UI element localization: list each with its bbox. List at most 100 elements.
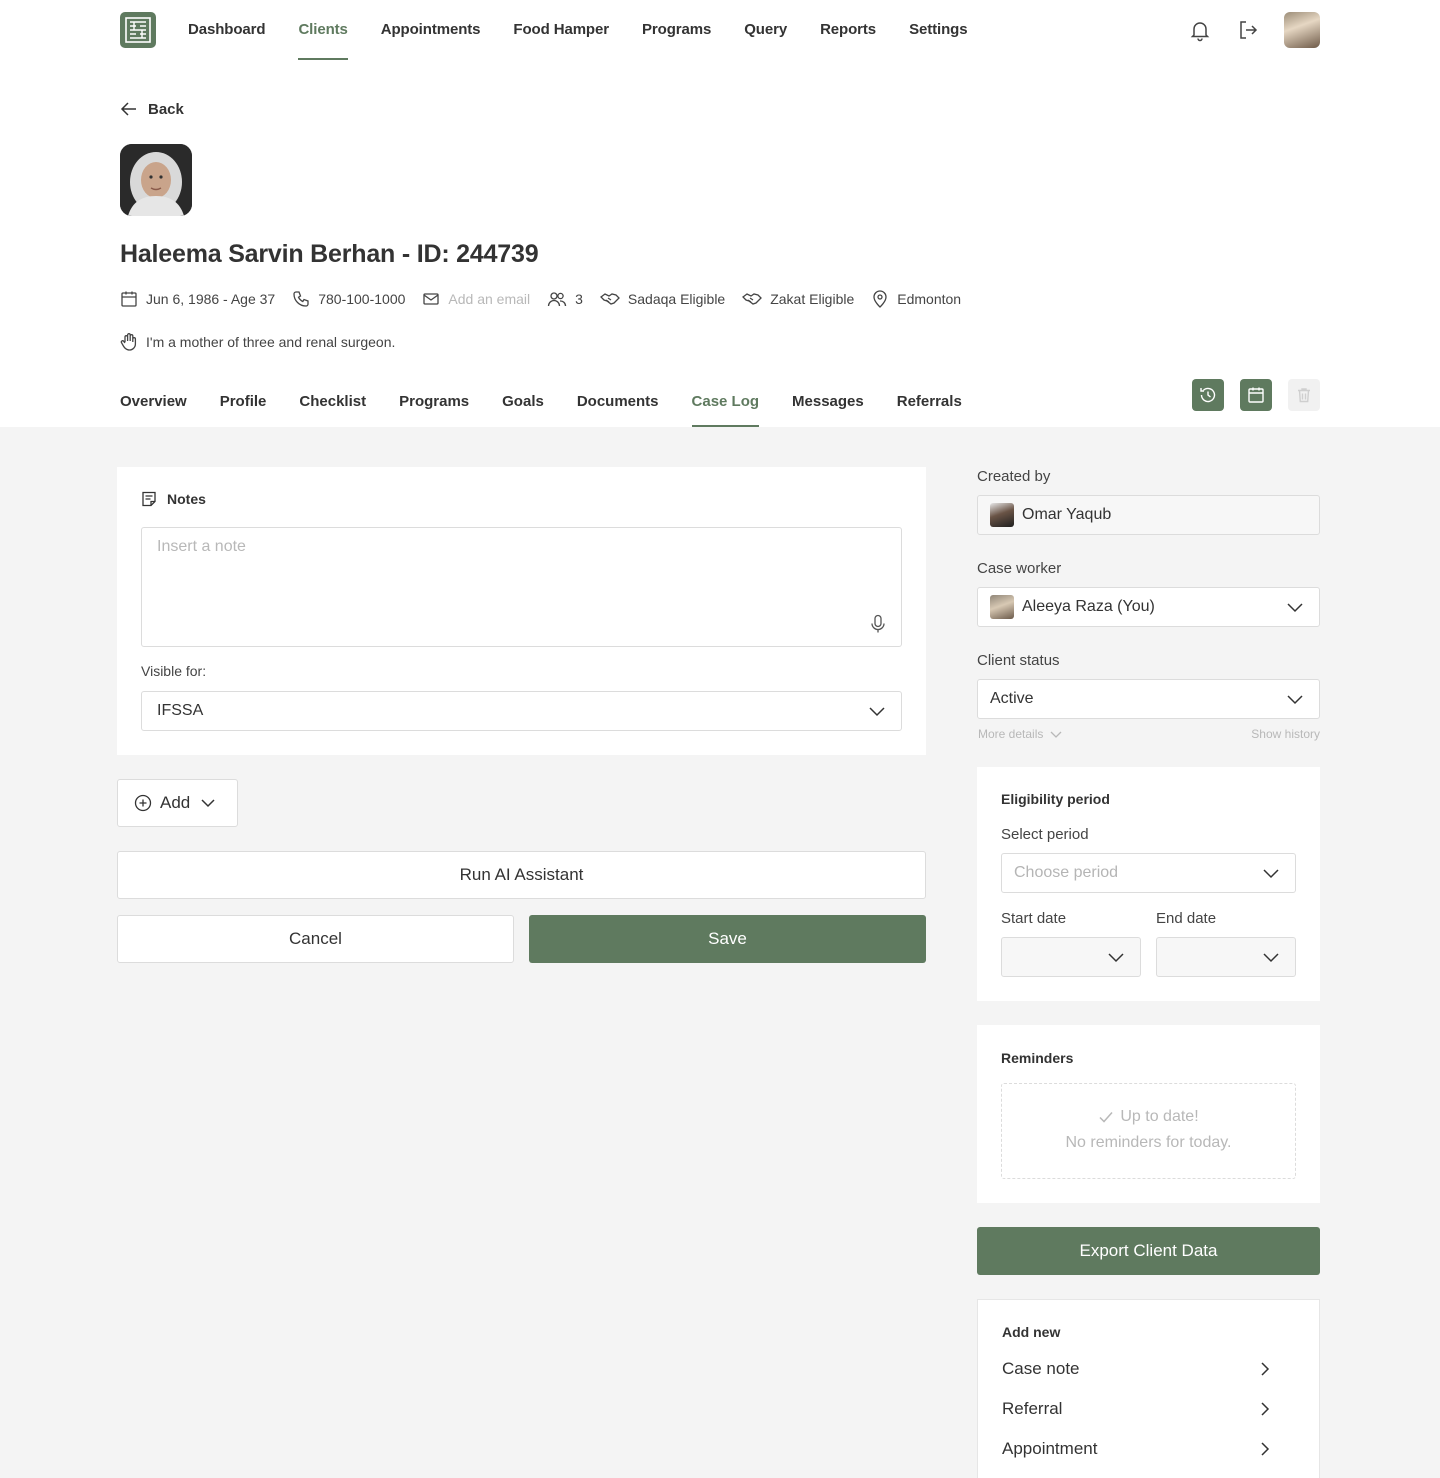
creator-avatar <box>990 503 1014 527</box>
household-item: 3 <box>547 290 583 308</box>
sadaqa-item: Sadaqa Eligible <box>599 290 726 308</box>
nav-query[interactable]: Query <box>744 12 787 60</box>
wave-hand-icon <box>120 333 137 351</box>
logo-icon <box>125 17 151 43</box>
add-case-note-label: Case note <box>1002 1359 1080 1378</box>
note-textarea[interactable]: Insert a note <box>141 527 902 647</box>
tab-profile[interactable]: Profile <box>220 378 267 427</box>
add-dropdown-button[interactable]: Add <box>117 779 238 827</box>
phone-icon <box>293 291 309 307</box>
chevron-down-icon <box>1263 869 1279 879</box>
reminders-line1: Up to date! <box>1002 1108 1295 1126</box>
eligibility-card: Eligibility period Select period Choose … <box>977 767 1320 1001</box>
chevron-down-icon <box>1108 953 1124 963</box>
bell-icon[interactable] <box>1188 18 1212 42</box>
back-label: Back <box>148 100 184 118</box>
chevron-right-icon <box>1261 1442 1270 1456</box>
visible-for-select[interactable]: IFSSA <box>141 691 902 731</box>
email-item[interactable]: Add an email <box>422 290 530 308</box>
back-button[interactable]: Back <box>120 100 184 118</box>
dob-item: Jun 6, 1986 - Age 37 <box>120 290 275 308</box>
main-nav: Dashboard Clients Appointments Food Hamp… <box>188 12 1000 60</box>
phone-item[interactable]: 780-100-1000 <box>292 290 405 308</box>
delete-button[interactable] <box>1288 379 1320 411</box>
chevron-down-icon <box>1050 731 1062 738</box>
more-details-label: More details <box>978 727 1044 741</box>
end-date-select[interactable] <box>1156 937 1296 977</box>
save-button[interactable]: Save <box>529 915 926 963</box>
phone-text: 780-100-1000 <box>318 291 406 307</box>
nav-appointments[interactable]: Appointments <box>381 12 481 60</box>
end-date-label: End date <box>1156 910 1217 927</box>
reminders-uptodate: Up to date! <box>1120 1108 1199 1125</box>
created-by-label: Created by <box>977 468 1051 485</box>
case-worker-label: Case worker <box>977 560 1062 577</box>
tab-goals[interactable]: Goals <box>502 378 544 427</box>
case-worker-select[interactable]: Aleeya Raza (You) <box>977 587 1320 627</box>
eligibility-title: Eligibility period <box>1001 791 1110 807</box>
start-date-label: Start date <box>1001 910 1067 927</box>
note-icon <box>142 491 156 507</box>
calendar-icon <box>121 291 137 307</box>
cancel-button[interactable]: Cancel <box>117 915 514 963</box>
visible-for-label: Visible for: <box>141 663 207 679</box>
add-new-title: Add new <box>1002 1324 1061 1340</box>
tab-referrals[interactable]: Referrals <box>897 378 962 427</box>
chevron-down-icon <box>1287 603 1303 613</box>
user-avatar[interactable] <box>1284 12 1320 48</box>
show-history-link[interactable]: Show history <box>1251 727 1320 741</box>
nav-clients[interactable]: Clients <box>298 12 349 60</box>
logout-icon[interactable] <box>1236 18 1260 42</box>
handshake-icon <box>599 293 620 305</box>
export-client-data-button[interactable]: Export Client Data <box>977 1227 1320 1275</box>
add-appointment[interactable]: Appointment <box>1002 1434 1297 1464</box>
zakat-item: Zakat Eligible <box>742 290 854 308</box>
mail-icon <box>423 293 440 305</box>
add-case-note[interactable]: Case note <box>1002 1354 1297 1384</box>
period-placeholder: Choose period <box>1014 864 1119 881</box>
client-bio: I'm a mother of three and renal surgeon. <box>120 332 395 352</box>
nav-right <box>1164 12 1320 48</box>
app-logo[interactable] <box>120 12 156 48</box>
reminders-empty-state: Up to date! No reminders for today. <box>1001 1083 1296 1179</box>
trash-icon <box>1298 388 1310 403</box>
microphone-icon[interactable] <box>869 614 887 634</box>
history-icon <box>1200 387 1216 403</box>
city-text: Edmonton <box>897 291 962 307</box>
top-navbar: Dashboard Clients Appointments Food Hamp… <box>120 12 1320 60</box>
client-tabs: Overview Profile Checklist Programs Goal… <box>120 378 995 427</box>
tab-case-log[interactable]: Case Log <box>691 378 759 427</box>
arrow-left-icon <box>120 102 136 116</box>
nav-food-hamper[interactable]: Food Hamper <box>513 12 609 60</box>
client-status-select[interactable]: Active <box>977 679 1320 719</box>
tab-actions <box>1192 379 1320 411</box>
nav-settings[interactable]: Settings <box>909 12 967 60</box>
notes-header: Notes <box>141 491 206 507</box>
sadaqa-text: Sadaqa Eligible <box>627 291 726 307</box>
chevron-down-icon <box>201 799 215 808</box>
tab-checklist[interactable]: Checklist <box>299 378 366 427</box>
add-referral[interactable]: Referral <box>1002 1394 1297 1424</box>
visible-for-value: IFSSA <box>157 702 204 719</box>
city-item: Edmonton <box>871 290 961 308</box>
plus-circle-icon <box>134 794 152 812</box>
tab-overview[interactable]: Overview <box>120 378 187 427</box>
tab-documents[interactable]: Documents <box>577 378 659 427</box>
tab-messages[interactable]: Messages <box>792 378 864 427</box>
tab-programs[interactable]: Programs <box>399 378 469 427</box>
case-worker-value: Aleeya Raza (You) <box>1022 598 1155 615</box>
case-worker-avatar <box>990 595 1014 619</box>
email-placeholder: Add an email <box>448 291 531 307</box>
calendar-button[interactable] <box>1240 379 1272 411</box>
history-button[interactable] <box>1192 379 1224 411</box>
run-ai-assistant-button[interactable]: Run AI Assistant <box>117 851 926 899</box>
start-date-select[interactable] <box>1001 937 1141 977</box>
more-details-toggle[interactable]: More details <box>978 727 1063 741</box>
chevron-right-icon <box>1261 1362 1270 1376</box>
nav-programs[interactable]: Programs <box>642 12 711 60</box>
period-select[interactable]: Choose period <box>1001 853 1296 893</box>
nav-reports[interactable]: Reports <box>820 12 876 60</box>
calendar-icon <box>1248 387 1264 403</box>
nav-dashboard[interactable]: Dashboard <box>188 12 266 60</box>
notes-card: Notes Insert a note Visible for: IFSSA <box>117 467 926 755</box>
